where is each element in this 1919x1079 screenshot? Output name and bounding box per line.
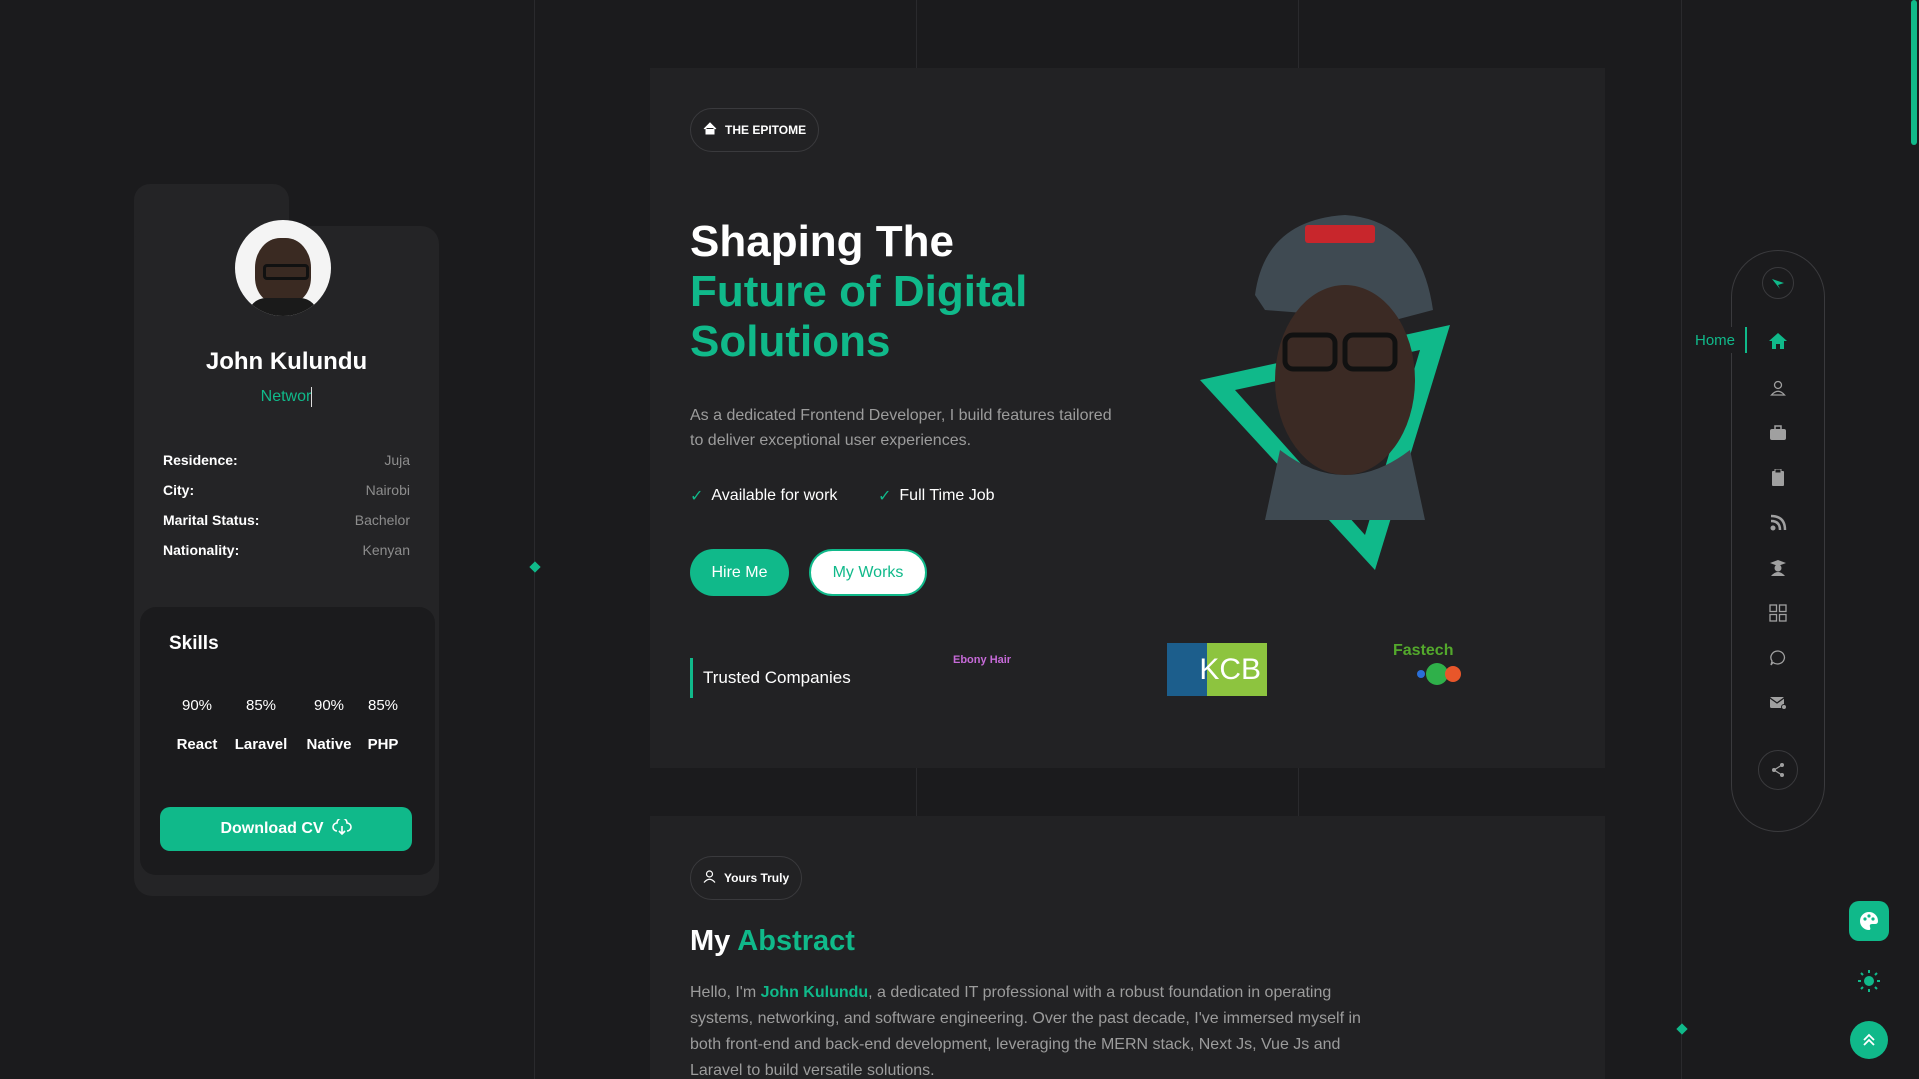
palette-icon[interactable] xyxy=(1849,901,1889,941)
feature-available: ✓ Available for work xyxy=(690,487,838,505)
grid-line xyxy=(1681,0,1682,1079)
info-row-marital-status: Marital Status: Bachelor xyxy=(163,512,410,528)
sun-icon[interactable] xyxy=(1849,961,1889,1001)
hero-title-line1: Shaping The xyxy=(690,217,954,266)
check-icon: ✓ xyxy=(878,488,892,505)
download-cv-button[interactable]: Download CV xyxy=(160,807,412,851)
fastech-logo: Fastech xyxy=(1393,642,1473,688)
hero-description: As a dedicated Frontend Developer, I bui… xyxy=(690,407,1112,449)
chat-icon[interactable] xyxy=(1765,645,1791,671)
clipboard-icon[interactable] xyxy=(1765,465,1791,491)
briefcase-icon[interactable] xyxy=(1765,420,1791,446)
abstract-text: Hello, I'm John Kulundu, a dedicated IT … xyxy=(690,984,1361,1079)
avatar xyxy=(235,220,331,316)
info-row-city: City: Nairobi xyxy=(163,482,410,498)
hero-title-line3: Solutions xyxy=(690,317,891,366)
trusted-companies-label: Trusted Companies xyxy=(690,658,851,698)
decor-diamond xyxy=(1676,1023,1688,1035)
info-row-residence: Residence: Juja xyxy=(163,452,410,468)
abstract-chip: Yours Truly xyxy=(690,856,803,900)
profile-name: John Kulundu xyxy=(205,348,368,375)
home-icon[interactable] xyxy=(1765,328,1791,354)
blog-icon[interactable] xyxy=(1765,510,1791,536)
nav-home-tooltip: Home xyxy=(1685,327,1748,353)
grid-icon[interactable] xyxy=(1765,600,1791,626)
hero-chip: THE EPITOME xyxy=(690,108,820,152)
user-icon xyxy=(703,870,716,886)
share-icon[interactable] xyxy=(1758,750,1798,790)
hire-me-button[interactable]: Hire Me xyxy=(690,549,789,596)
my-works-button[interactable]: My Works xyxy=(809,549,927,596)
profile-role: Networ xyxy=(260,387,313,407)
ebony-hair-logo: Ebony Hair xyxy=(953,654,1012,666)
scroll-top-icon[interactable] xyxy=(1850,1021,1888,1059)
skill-react: 90% React xyxy=(176,697,218,753)
abstract-title: My Abstract xyxy=(690,925,855,957)
grid-line xyxy=(534,0,535,1079)
typing-caret xyxy=(311,387,313,407)
graduate-icon[interactable] xyxy=(1765,555,1791,581)
hero-title-line2: Future of Digital xyxy=(690,267,1028,316)
skills-title: Skills xyxy=(169,633,219,654)
mail-icon[interactable] xyxy=(1765,690,1791,716)
kcb-logo: KCB xyxy=(1167,643,1267,696)
info-row-nationality: Nationality: Kenyan xyxy=(163,542,410,558)
cloud-download-icon xyxy=(331,816,352,840)
skill-laravel: 85% Laravel xyxy=(234,697,288,753)
hero-portrait xyxy=(1195,200,1455,580)
decor-diamond xyxy=(529,561,541,573)
check-icon: ✓ xyxy=(690,488,704,505)
skill-php: 85% PHP xyxy=(367,697,399,753)
logo-icon[interactable] xyxy=(1762,267,1794,299)
user-icon[interactable] xyxy=(1765,375,1791,401)
home-icon xyxy=(703,122,717,138)
scrollbar-thumb[interactable] xyxy=(1911,0,1917,145)
feature-full-time: ✓ Full Time Job xyxy=(878,487,995,505)
